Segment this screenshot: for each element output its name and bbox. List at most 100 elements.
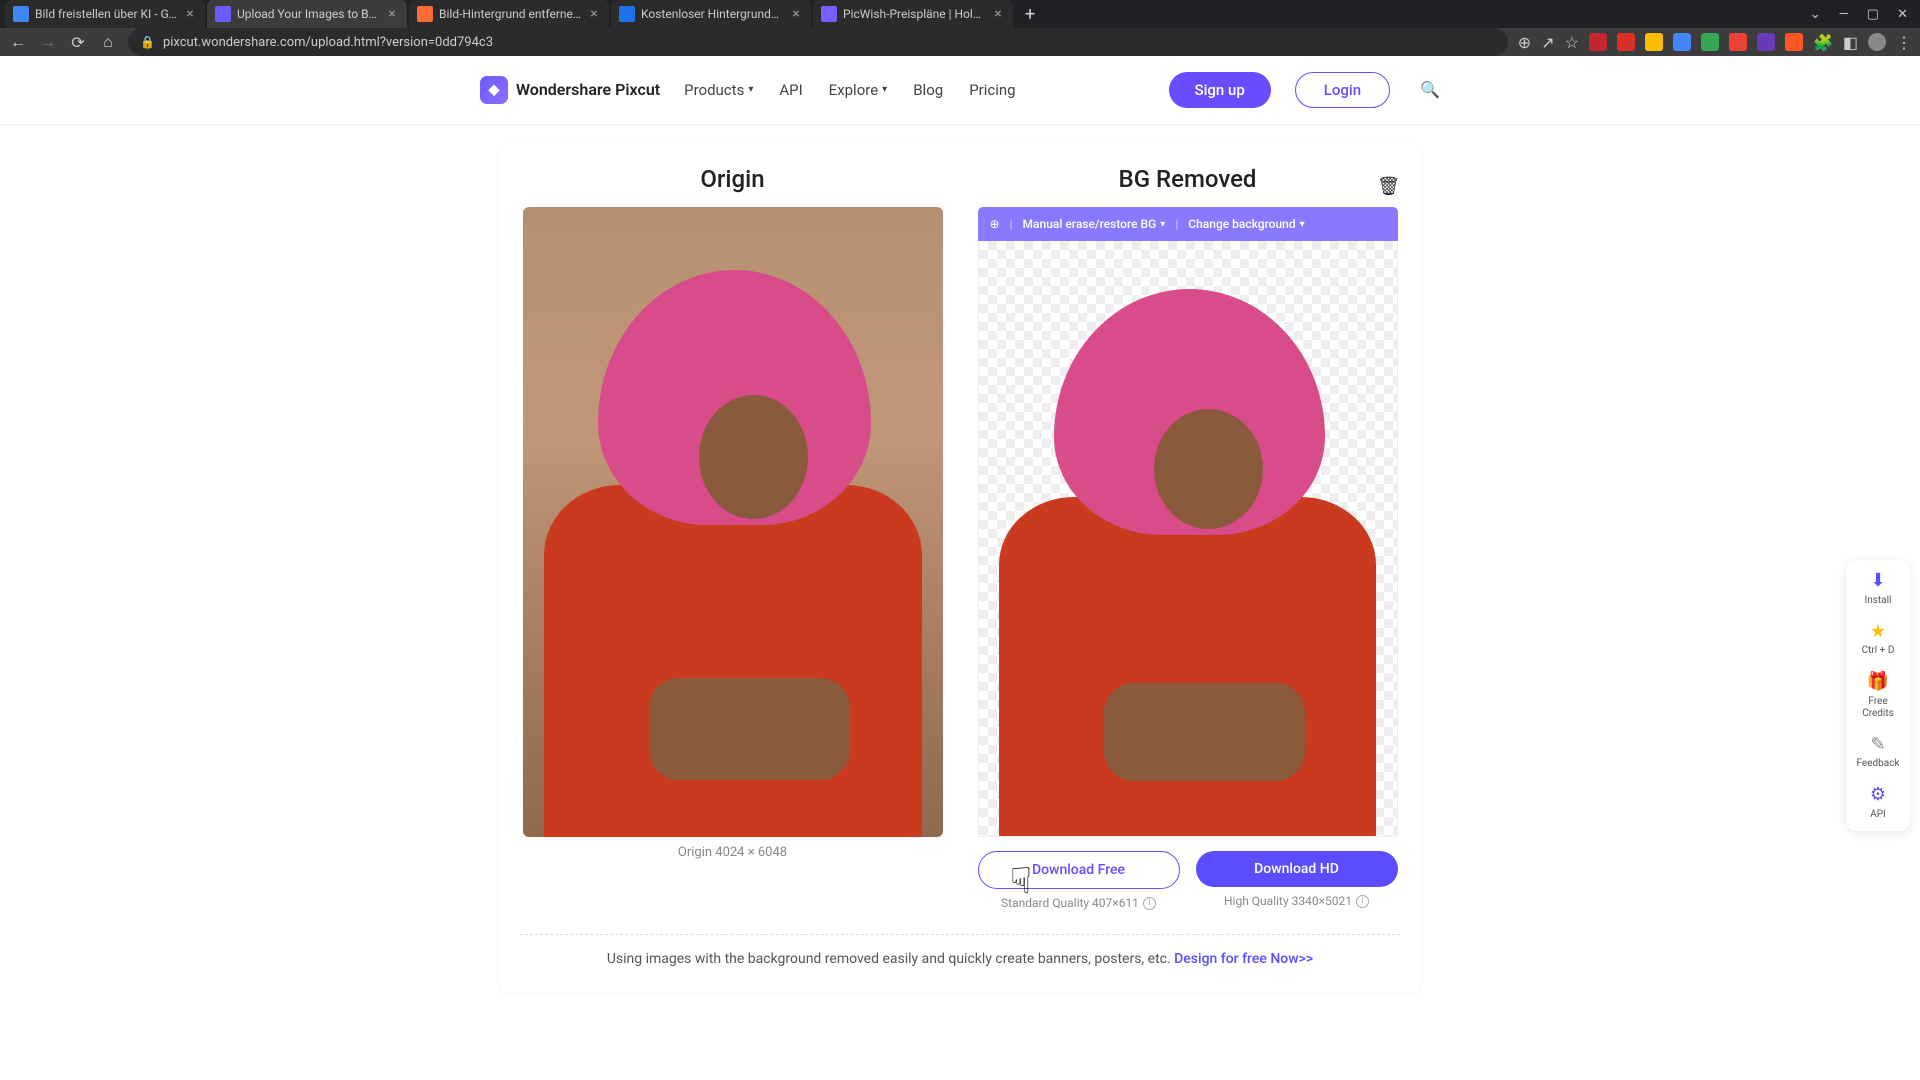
chevron-down-icon: ▾ (1160, 219, 1165, 230)
removed-title: BG Removed (1119, 165, 1257, 193)
browser-tab[interactable]: PicWish-Preispläne | Holen Sie s × (813, 0, 1013, 28)
high-quality-label: High Quality 3340×5021i (1224, 894, 1369, 908)
browser-tab[interactable]: Upload Your Images to BG Rem × (207, 0, 407, 28)
download-hd-button[interactable]: Download HD (1196, 851, 1398, 887)
extension-icon[interactable] (1645, 33, 1663, 51)
lock-icon: 🔒 (140, 35, 155, 49)
free-credits-button[interactable]: 🎁Free Credits (1852, 671, 1904, 720)
chevron-down-icon[interactable]: ⌄ (1810, 7, 1821, 22)
standard-quality-label: Standard Quality 407×611i (1001, 896, 1156, 910)
chevron-down-icon: ▾ (882, 84, 887, 95)
nav-explore[interactable]: Explore▾ (829, 81, 888, 99)
login-button[interactable]: Login (1295, 72, 1390, 108)
removed-image (978, 241, 1398, 837)
feedback-button[interactable]: ✎Feedback (1852, 734, 1904, 771)
main-nav: Products▾ API Explore▾ Blog Pricing (684, 81, 1015, 99)
site-header: ◆ Wondershare Pixcut Products▾ API Explo… (0, 55, 1920, 125)
origin-title: Origin (700, 165, 764, 193)
extension-icon[interactable] (1785, 33, 1803, 51)
tab-close-icon[interactable]: × (789, 7, 803, 21)
chevron-down-icon: ▾ (748, 84, 753, 95)
info-icon[interactable]: i (1143, 897, 1156, 910)
browser-chrome: Bild freistellen über KI - Googl × Upload… (0, 0, 1920, 55)
share-icon[interactable]: ↗ (1541, 33, 1554, 52)
result-panel: Origin Origin 4024 × 6048 BG Removed 🗑 (500, 143, 1420, 993)
extension-icon[interactable] (1701, 33, 1719, 51)
install-icon: ⬇ (1870, 570, 1885, 592)
tab-close-icon[interactable]: × (587, 7, 601, 21)
extension-icon[interactable] (1617, 33, 1635, 51)
install-button[interactable]: ⬇Install (1852, 570, 1904, 607)
browser-tab[interactable]: Kostenloser Hintergrundentfern × (611, 0, 811, 28)
browser-toolbar: ← → ⟳ ⌂ 🔒 pixcut.wondershare.com/upload.… (0, 28, 1920, 56)
tab-title: Bild freistellen über KI - Googl (35, 7, 179, 21)
new-tab-button[interactable]: + (1015, 4, 1045, 25)
tab-close-icon[interactable]: × (183, 7, 197, 21)
origin-column: Origin Origin 4024 × 6048 (520, 165, 945, 910)
tab-favicon (215, 6, 231, 22)
brand-logo[interactable]: ◆ Wondershare Pixcut (480, 76, 660, 104)
extension-icon[interactable] (1729, 33, 1747, 51)
tab-title: Bild-Hintergrund entfernen oder (439, 7, 583, 21)
footer-text: Using images with the background removed… (607, 951, 1174, 967)
minimize-icon[interactable]: — (1839, 7, 1849, 22)
chevron-down-icon: ▾ (1300, 219, 1305, 230)
install-icon[interactable]: ⊕ (1518, 33, 1531, 52)
nav-pricing[interactable]: Pricing (969, 81, 1015, 99)
tab-title: Kostenloser Hintergrundentfern (641, 7, 785, 21)
tab-strip: Bild freistellen über KI - Googl × Upload… (0, 0, 1920, 28)
manual-erase-button[interactable]: Manual erase/restore BG▾ (1023, 217, 1166, 231)
url-text: pixcut.wondershare.com/upload.html?versi… (163, 35, 493, 50)
extension-icons: ⊕ ↗ ☆ 🧩 ◧ ⋮ (1518, 33, 1912, 52)
tab-favicon (417, 6, 433, 22)
nav-blog[interactable]: Blog (913, 81, 943, 99)
tab-favicon (13, 6, 29, 22)
tab-close-icon[interactable]: × (991, 7, 1005, 21)
feedback-icon: ✎ (1870, 734, 1885, 756)
star-icon: ★ (1870, 621, 1886, 643)
back-icon[interactable]: ← (8, 32, 28, 52)
sidepanel-icon[interactable]: ◧ (1843, 33, 1858, 52)
tab-title: PicWish-Preispläne | Holen Sie s (843, 7, 987, 21)
nav-products[interactable]: Products▾ (684, 81, 753, 99)
brand-name: Wondershare Pixcut (516, 80, 660, 99)
menu-icon[interactable]: ⋮ (1896, 33, 1912, 52)
signup-button[interactable]: Sign up (1169, 72, 1271, 108)
address-bar[interactable]: 🔒 pixcut.wondershare.com/upload.html?ver… (128, 28, 1508, 56)
nav-api[interactable]: API (779, 81, 802, 99)
tab-close-icon[interactable]: × (385, 7, 399, 21)
floating-sidebar: ⬇Install ★Ctrl + D 🎁Free Credits ✎Feedba… (1846, 560, 1910, 831)
browser-tab[interactable]: Bild-Hintergrund entfernen oder × (409, 0, 609, 28)
api-icon: ⚙ (1870, 784, 1886, 806)
forward-icon[interactable]: → (38, 32, 58, 52)
close-icon[interactable]: ✕ (1897, 7, 1908, 22)
extensions-icon[interactable]: 🧩 (1813, 33, 1833, 52)
zoom-in-icon[interactable]: ⊕ (990, 217, 1000, 231)
footer-cta: Using images with the background removed… (520, 934, 1400, 967)
search-icon[interactable]: 🔍 (1420, 80, 1440, 99)
bookmark-button[interactable]: ★Ctrl + D (1852, 621, 1904, 658)
image-toolbar: ⊕ | Manual erase/restore BG▾ | Change ba… (978, 207, 1398, 241)
download-free-button[interactable]: Download Free (978, 851, 1180, 889)
reload-icon[interactable]: ⟳ (68, 33, 88, 52)
extension-icon[interactable] (1757, 33, 1775, 51)
origin-caption: Origin 4024 × 6048 (678, 845, 787, 860)
gift-icon: 🎁 (1867, 671, 1889, 693)
browser-tab[interactable]: Bild freistellen über KI - Googl × (5, 0, 205, 28)
tab-favicon (821, 6, 837, 22)
star-icon[interactable]: ☆ (1565, 33, 1579, 52)
info-icon[interactable]: i (1356, 895, 1369, 908)
api-button[interactable]: ⚙API (1852, 784, 1904, 821)
home-icon[interactable]: ⌂ (98, 32, 118, 52)
origin-image (523, 207, 943, 837)
tab-title: Upload Your Images to BG Rem (237, 7, 381, 21)
design-link[interactable]: Design for free Now>> (1174, 951, 1313, 967)
extension-icon[interactable] (1589, 33, 1607, 51)
profile-avatar[interactable] (1868, 33, 1886, 51)
extension-icon[interactable] (1673, 33, 1691, 51)
tab-favicon (619, 6, 635, 22)
maximize-icon[interactable]: ▢ (1867, 7, 1879, 22)
change-background-button[interactable]: Change background▾ (1188, 217, 1304, 231)
logo-icon: ◆ (480, 76, 508, 104)
trash-icon[interactable]: 🗑 (1377, 176, 1400, 197)
